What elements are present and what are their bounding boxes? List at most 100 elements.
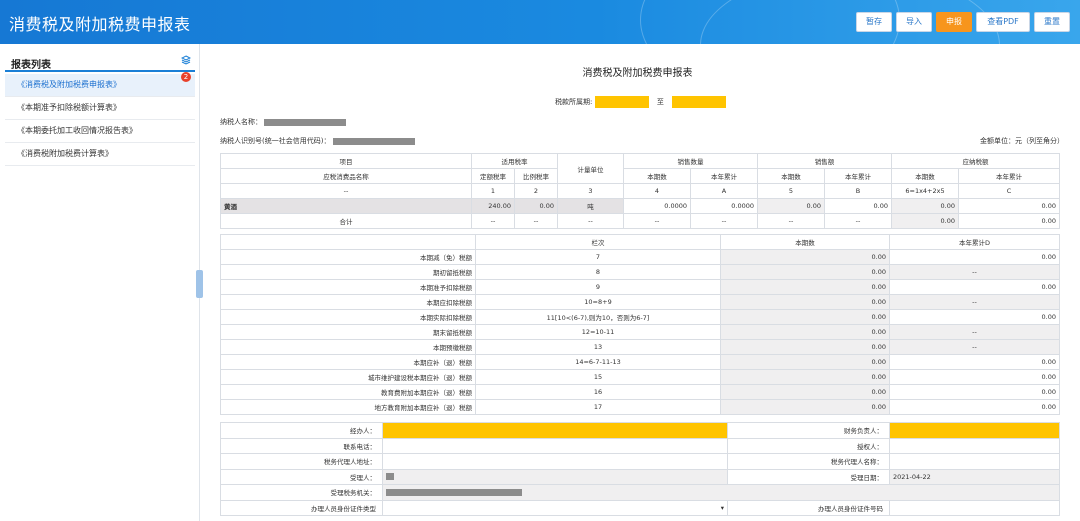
sales-cur-input[interactable]: 0.00: [757, 198, 825, 214]
tax-office-label: 受理税务机关：: [220, 484, 383, 501]
sidebar-item-processing[interactable]: 《本期委托加工收回情况报告表》: [5, 120, 195, 143]
sales-ytd-input[interactable]: 0.00: [824, 198, 892, 214]
table-row: 城市维护建设税本期应补（退）税额 15 0.00 0.00: [220, 369, 1060, 385]
agent-name-input[interactable]: [889, 453, 1060, 470]
row-label: 城市维护建设税本期应补（退）税额: [220, 369, 476, 385]
row-current-value: 0.00: [720, 249, 890, 265]
header-qty: 销售数量: [623, 153, 758, 169]
masked-value: [386, 473, 394, 481]
row-label: 本期实际扣除税额: [220, 309, 476, 325]
header-qty-cur: 本期数: [623, 168, 691, 184]
authorized-input[interactable]: [889, 437, 1060, 454]
main-content: 消费税及附加税费申报表 税款所属期: 至 纳税人名称： 纳税人识别号(统一社会信…: [205, 44, 1080, 521]
period-start-input[interactable]: [594, 96, 649, 108]
qty-cur-input[interactable]: 0.0000: [623, 198, 691, 214]
view-pdf-button[interactable]: 查看PDF: [976, 12, 1030, 32]
period-end-input[interactable]: [672, 96, 727, 108]
row-current-value: 0.00: [720, 399, 890, 415]
agent-address-input[interactable]: [382, 453, 728, 470]
total-tax-cur: 0.00: [891, 213, 959, 229]
agent-name-label: 税务代理人名称：: [727, 453, 890, 470]
signature-table: 经办人： 财务负责人： 联系电话： 授权人： 税务代理人地址： 税务代理人名称：…: [220, 422, 1060, 516]
row-index: 14=6-7-11-13: [475, 354, 721, 370]
sidebar-collapse-handle[interactable]: [196, 270, 203, 298]
header-ytd: 本年累计D: [889, 234, 1060, 250]
sidebar-header: 报表列表: [5, 52, 195, 72]
header-rate: 适用税率: [471, 153, 558, 169]
row-label: 本期减（免）税额: [220, 249, 476, 265]
amount-unit: 金额单位：元（列至角分）: [980, 137, 1064, 145]
phone-input[interactable]: [382, 437, 728, 454]
tax-cur-cell: 0.00: [891, 198, 959, 214]
index-cell: 4: [623, 183, 691, 199]
authorized-label: 授权人：: [727, 437, 890, 454]
taxpayer-name: 纳税人名称：: [220, 117, 347, 127]
app-title: 消费税及附加税费申报表: [9, 15, 191, 34]
caret-down-icon: ▾: [720, 503, 724, 512]
tax-period: 税款所属期: 至: [555, 96, 727, 108]
index-cell: 1: [471, 183, 515, 199]
row-current-value: 0.00: [720, 354, 890, 370]
operator-label: 经办人：: [220, 422, 383, 439]
header-qty-ytd: 本年累计: [690, 168, 758, 184]
total-cell: --: [557, 213, 624, 229]
total-cell: --: [690, 213, 758, 229]
import-button[interactable]: 导入: [896, 12, 932, 32]
row-label: 期末留抵税额: [220, 324, 476, 340]
layers-icon[interactable]: [180, 55, 192, 65]
sidebar-item-surcharge[interactable]: 《消费税附加税费计算表》: [5, 143, 195, 166]
row-current-value: 0.00: [720, 339, 890, 355]
table-row: 本期实际扣除税额 11[10<(6-7),则为10，否则为6-7] 0.00 0.00: [220, 309, 1060, 325]
table-row: 期末留抵税额 12=10-11 0.00 --: [220, 324, 1060, 340]
acceptor-label: 受理人：: [220, 468, 383, 485]
qty-ytd-input[interactable]: 0.0000: [690, 198, 758, 214]
id-number-input[interactable]: [889, 499, 1060, 516]
total-tax-ytd: 0.00: [958, 213, 1060, 229]
table-row: 本期应补（退）税额 14=6-7-11-13 0.00 0.00: [220, 354, 1060, 370]
ratio-rate-cell: 0.00: [514, 198, 558, 214]
index-cell: 3: [557, 183, 624, 199]
index-cell: C: [958, 183, 1060, 199]
reset-button[interactable]: 重置: [1034, 12, 1070, 32]
row-ytd-value: --: [889, 339, 1060, 355]
unit-cell: 吨: [557, 198, 624, 214]
notification-badge: 2: [181, 72, 191, 82]
row-current-value: 0.00: [720, 324, 890, 340]
header-taxitem: 应税消费品名称: [220, 168, 472, 184]
total-cell: --: [514, 213, 558, 229]
agent-address-label: 税务代理人地址：: [220, 453, 383, 470]
total-label: 合计: [220, 213, 472, 229]
total-cell: --: [757, 213, 825, 229]
row-index: 11[10<(6-7),则为10，否则为6-7]: [475, 309, 721, 325]
total-cell: --: [623, 213, 691, 229]
row-index: 15: [475, 369, 721, 385]
masked-value: [332, 137, 415, 145]
index-cell: 2: [514, 183, 558, 199]
operator-input[interactable]: [382, 422, 728, 439]
index-cell: B: [824, 183, 892, 199]
submit-button[interactable]: 申报: [936, 12, 972, 32]
index-cell: 6=1x4+2x5: [891, 183, 959, 199]
taxpayer-id: 纳税人识别号(统一社会信用代码)：: [220, 136, 415, 146]
row-current-value: 0.00: [720, 264, 890, 280]
index-cell: 5: [757, 183, 825, 199]
sidebar-item-deduction[interactable]: 《本期准予扣除税额计算表》: [5, 97, 195, 120]
header-blank: [220, 234, 476, 250]
row-ytd-value: --: [889, 294, 1060, 310]
row-label: 本期应补（退）税额: [220, 354, 476, 370]
total-cell: --: [824, 213, 892, 229]
finance-input[interactable]: [889, 422, 1060, 439]
row-index: 16: [475, 384, 721, 400]
header-ratio-rate: 比例税率: [514, 168, 558, 184]
header-sales-cur: 本期数: [757, 168, 825, 184]
total-cell: --: [471, 213, 515, 229]
sidebar-item-main-return[interactable]: 《消费税及附加税费申报表》 2: [5, 72, 195, 97]
sidebar-item-label: 《消费税附加税费计算表》: [17, 149, 113, 158]
row-label: 期初留抵税额: [220, 264, 476, 280]
product-name-cell: 黄酒: [220, 198, 472, 214]
save-draft-button[interactable]: 暂存: [856, 12, 892, 32]
id-type-select[interactable]: ▾: [382, 499, 728, 516]
row-label: 教育费附加本期应补（退）税额: [220, 384, 476, 400]
id-type-label: 办理人员身份证件类型: [220, 499, 383, 516]
sidebar-item-label: 《本期准予扣除税额计算表》: [17, 103, 121, 112]
